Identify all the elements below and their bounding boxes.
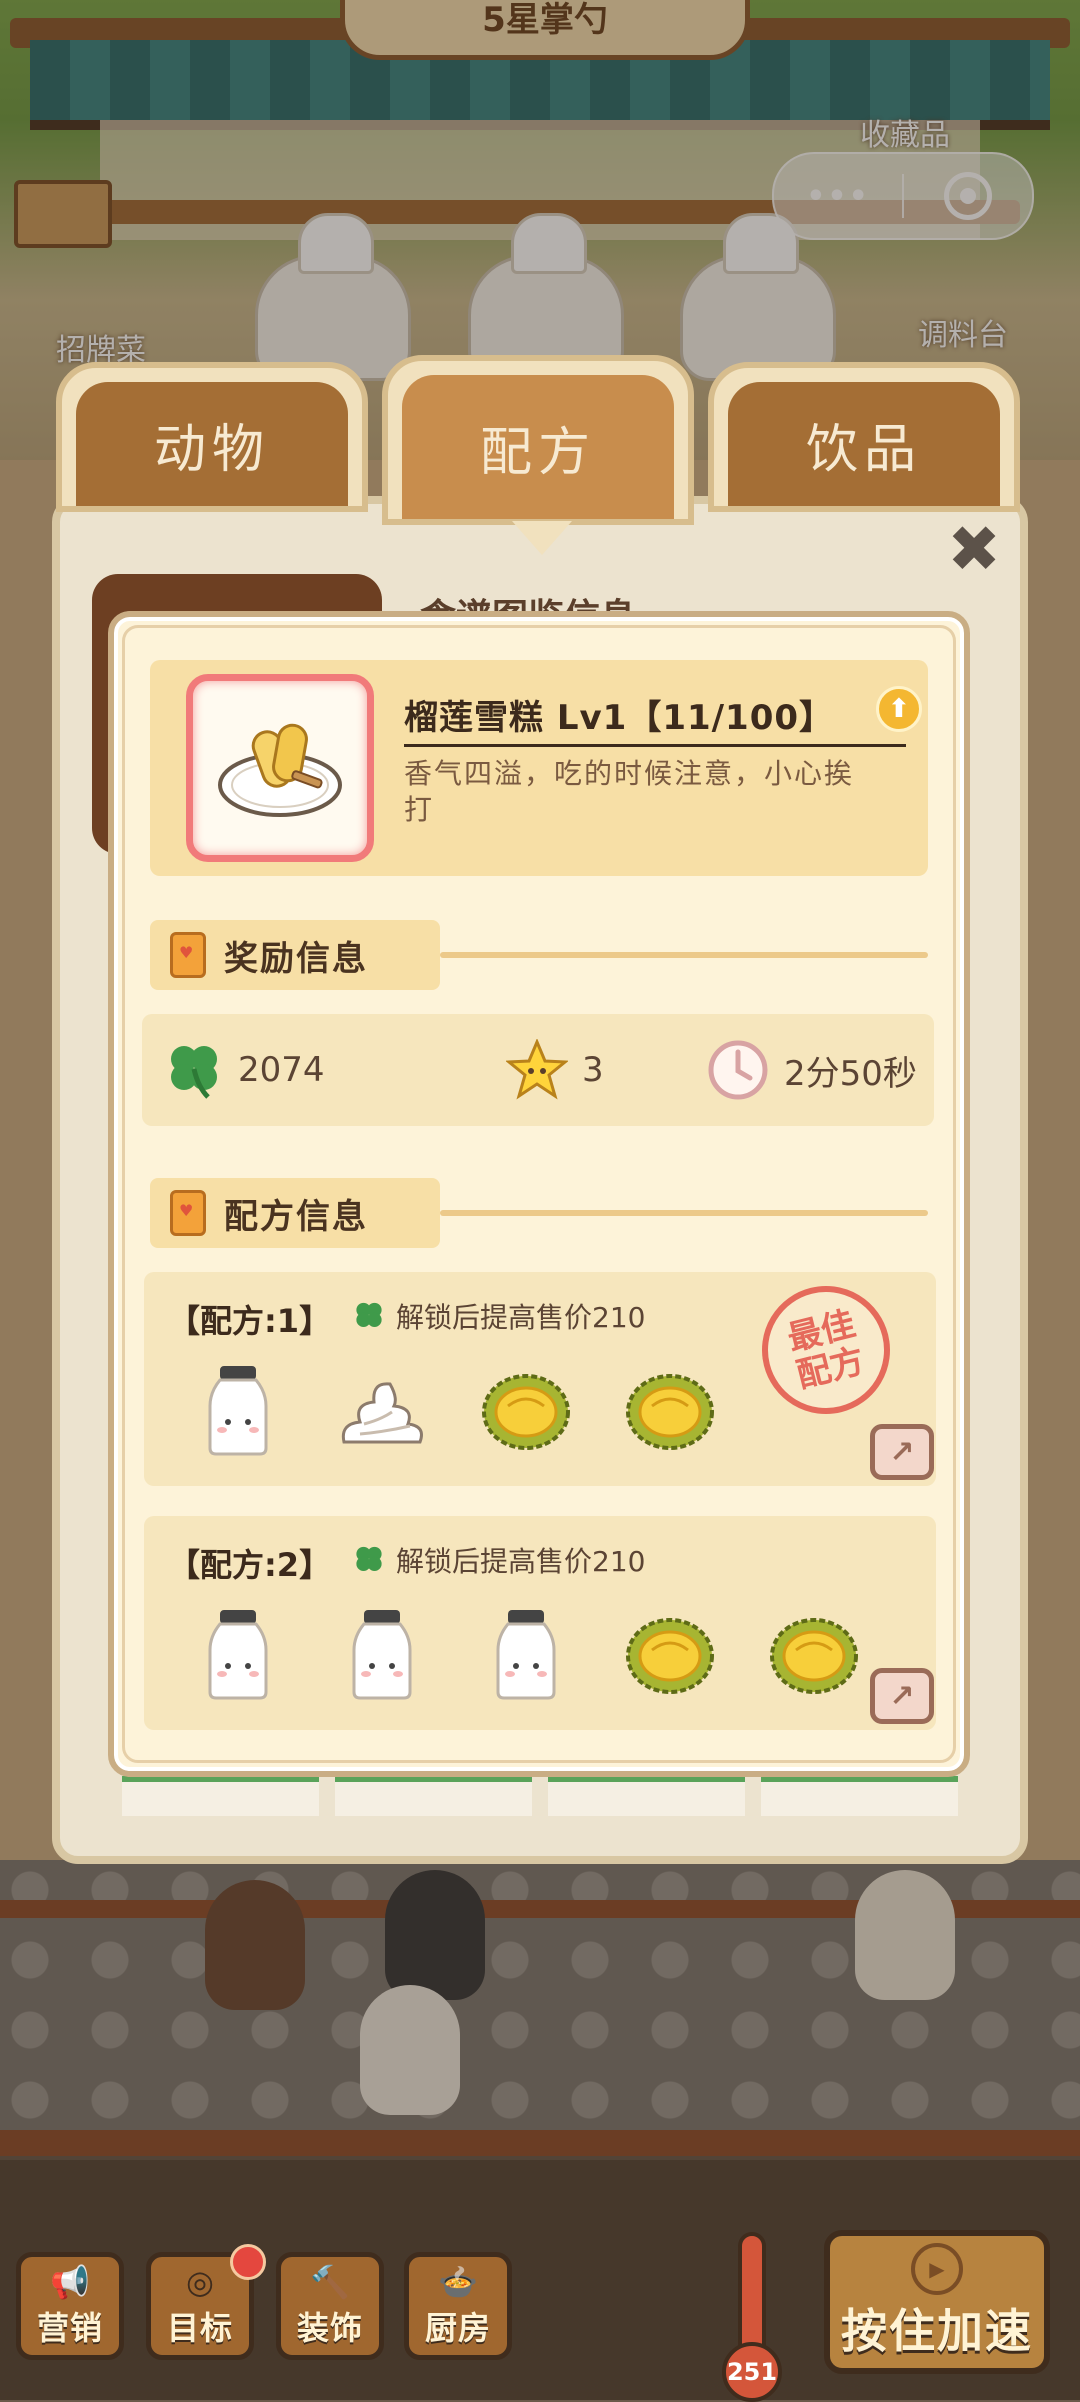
- play-icon: ▶: [911, 2243, 963, 2295]
- rewards-heading-label: 奖励信息: [224, 938, 368, 979]
- tab-drinks[interactable]: 饮品: [708, 362, 1020, 512]
- share-icon[interactable]: ↗: [870, 1668, 934, 1724]
- durian-icon: [770, 1618, 858, 1694]
- star-reward: 3: [506, 1036, 604, 1104]
- recipe-2-label: 【配方:2】: [168, 1546, 332, 1584]
- clover-value: 2074: [238, 1050, 325, 1090]
- clover-icon: [171, 1046, 217, 1099]
- megaphone-icon: 📢: [50, 2263, 90, 2301]
- clipboard-icon: [170, 932, 206, 978]
- cooking-pot-icon: 🍲: [438, 2263, 478, 2301]
- durian-icon: [626, 1374, 714, 1450]
- title-underline: [404, 744, 906, 747]
- recipe-2-bonus: 解锁后提高售价210: [352, 1540, 645, 1580]
- durian-icon: [626, 1618, 714, 1694]
- durian-popsicle-icon: [218, 723, 342, 817]
- durian-icon: [482, 1374, 570, 1450]
- heat-thermometer[interactable]: 251: [722, 2232, 782, 2402]
- marketing-label: 营销: [36, 2309, 103, 2347]
- milk-bottle-icon: [352, 1610, 412, 1700]
- kitchen-button[interactable]: 🍲 厨房: [404, 2252, 512, 2360]
- item-title: 榴莲雪糕 Lv1【11/100】: [404, 698, 835, 738]
- milk-bottle-icon: [208, 1366, 268, 1456]
- hammer-icon: 🔨: [310, 2263, 350, 2301]
- kitchen-label: 厨房: [424, 2309, 491, 2347]
- milk-bottle-icon: [496, 1610, 556, 1700]
- clock-icon: [708, 1040, 768, 1100]
- marketing-button[interactable]: 📢 营销: [16, 2252, 124, 2360]
- hold-to-speed-button[interactable]: ▶ 按住加速: [824, 2230, 1050, 2374]
- clover-icon: [356, 1302, 382, 1327]
- section-divider: [440, 1210, 928, 1216]
- star-icon: [506, 1039, 568, 1100]
- target-icon: ◎: [186, 2263, 214, 2301]
- tab-label: 配方: [402, 375, 674, 519]
- decor-label: 装饰: [296, 2309, 363, 2347]
- milk-bottle-icon: [208, 1610, 268, 1700]
- star-value: 3: [582, 1050, 604, 1090]
- recipes-heading-label: 配方信息: [224, 1196, 368, 1237]
- arrow-up-icon[interactable]: ⬆: [876, 686, 922, 732]
- time-value: 2分50秒: [784, 1053, 917, 1094]
- recipe-1-bonus: 解锁后提高售价210: [352, 1296, 645, 1336]
- recipe-tile[interactable]: [761, 1776, 958, 1816]
- recipes-heading: 配方信息: [150, 1178, 440, 1248]
- close-icon[interactable]: ✖: [944, 518, 1004, 582]
- food-image-frame: [186, 674, 374, 862]
- goals-label: 目标: [166, 2309, 233, 2347]
- notification-badge: [230, 2244, 266, 2280]
- recipe-1-bonus-text: 解锁后提高售价210: [396, 1301, 646, 1334]
- section-divider: [440, 952, 928, 958]
- recipe-tile[interactable]: [548, 1776, 745, 1816]
- recipe-tile[interactable]: [122, 1776, 319, 1816]
- tab-recipes[interactable]: 配方: [382, 355, 694, 555]
- decor-button[interactable]: 🔨 装饰: [276, 2252, 384, 2360]
- recipe-tile[interactable]: [335, 1776, 532, 1816]
- clipboard-icon: [170, 1190, 206, 1236]
- whipped-cream-icon: [341, 1382, 423, 1444]
- tab-animals[interactable]: 动物: [56, 362, 368, 512]
- clover-icon: [356, 1546, 382, 1571]
- recipe-1-label: 【配方:1】: [168, 1302, 332, 1340]
- recipe-grid-row: [122, 1776, 958, 1816]
- speed-label: 按住加速: [841, 2304, 1033, 2358]
- recipe-2-bonus-text: 解锁后提高售价210: [396, 1545, 646, 1578]
- tab-label: 动物: [76, 382, 348, 506]
- tab-label: 饮品: [728, 382, 1000, 506]
- clover-reward: 2074: [164, 1036, 325, 1104]
- thermometer-value: 251: [722, 2342, 782, 2402]
- time-reward: 2分50秒: [706, 1036, 917, 1104]
- share-icon[interactable]: ↗: [870, 1424, 934, 1480]
- rewards-heading: 奖励信息: [150, 920, 440, 990]
- item-description: 香气四溢，吃的时候注意，小心挨打: [404, 757, 855, 826]
